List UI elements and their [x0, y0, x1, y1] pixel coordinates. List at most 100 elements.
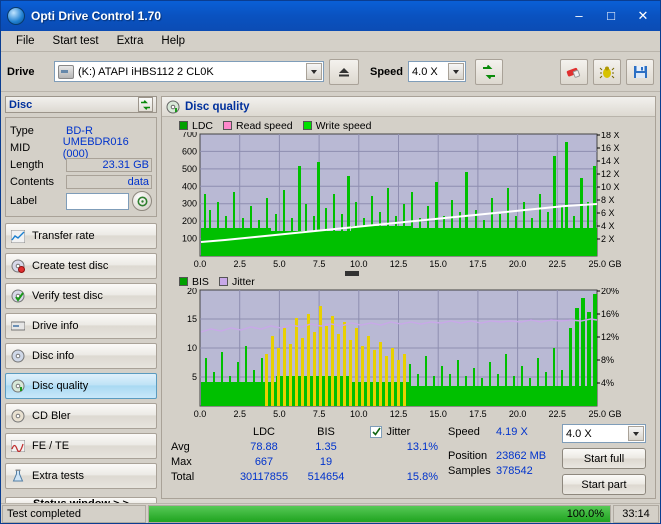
- samples-value: 378542: [496, 464, 533, 477]
- menu-bar: File Start test Extra Help: [1, 31, 660, 52]
- svg-text:15.0: 15.0: [429, 259, 447, 269]
- sidebar-item-disc-info[interactable]: Disc info: [5, 343, 157, 369]
- svg-text:0.0: 0.0: [194, 259, 207, 269]
- sidebar-label: Disc quality: [32, 380, 89, 392]
- speed-select-value: 4.0 X: [412, 65, 438, 78]
- disc-quality-panel: Disc quality LDC Read speed Write speed: [161, 96, 656, 499]
- sidebar-label: Disc info: [32, 350, 75, 362]
- app-icon: [7, 7, 25, 25]
- start-full-button[interactable]: Start full: [562, 448, 646, 469]
- menu-start-test[interactable]: Start test: [44, 33, 108, 49]
- drive-select-arrow[interactable]: [306, 63, 322, 80]
- sidebar-label: Drive info: [32, 320, 79, 332]
- save-icon: [633, 65, 647, 78]
- disc-key-mid: MID: [10, 141, 31, 154]
- svg-text:10.0: 10.0: [350, 259, 368, 269]
- stats-max-bis: 19: [319, 455, 333, 468]
- legend-swatch-write-speed: [302, 121, 312, 130]
- refresh-button[interactable]: [475, 58, 504, 85]
- jitter-checkbox[interactable]: [370, 425, 383, 438]
- menu-help[interactable]: Help: [152, 33, 194, 49]
- legend-swatch-read-speed: [223, 121, 233, 130]
- quality-icon: [10, 378, 26, 394]
- result-speed-arrow[interactable]: [628, 426, 644, 441]
- disc-check-icon: [10, 288, 26, 304]
- disc-row-mid: MID UMEBDR016 (000): [10, 136, 152, 160]
- main-body: Disc Type BD-R MID UMEBDR016 (000) Lengt…: [1, 92, 660, 503]
- sidebar-item-transfer-rate[interactable]: Transfer rate: [5, 223, 157, 249]
- disc-quality-icon: [166, 100, 180, 114]
- svg-text:5.0: 5.0: [273, 259, 286, 269]
- svg-text:5: 5: [192, 372, 197, 382]
- sidebar-item-verify-test-disc[interactable]: Verify test disc: [5, 283, 157, 309]
- sidebar-item-drive-info[interactable]: Drive info: [5, 313, 157, 339]
- left-sidebar: Disc Type BD-R MID UMEBDR016 (000) Lengt…: [5, 96, 157, 503]
- ldc-chart-svg: 700 600 500 400 300 200 100 18 X 16 X 14…: [182, 132, 622, 276]
- stats-avg-ldc: 78.88: [250, 440, 278, 453]
- svg-text:300: 300: [182, 199, 197, 209]
- svg-text:14 X: 14 X: [601, 156, 620, 166]
- maximize-button[interactable]: □: [596, 5, 626, 27]
- sidebar-item-disc-quality[interactable]: Disc quality: [5, 373, 157, 399]
- jitter-label: Jitter: [386, 425, 411, 438]
- svg-text:4 X: 4 X: [601, 221, 615, 231]
- drive-select[interactable]: (K:) ATAPI iHBS112 2 CL0K: [54, 61, 324, 82]
- disc-key-label: Label: [10, 195, 37, 207]
- stats-max-ldc: 667: [254, 455, 274, 468]
- svg-text:25.0 GB: 25.0 GB: [588, 259, 621, 269]
- jitter-header-row: Jitter: [370, 424, 442, 439]
- legend-swatch-jitter: [218, 277, 228, 286]
- disc-refresh-button[interactable]: [138, 97, 153, 112]
- disc-row-length: Length 23.31 GB: [10, 156, 152, 173]
- svg-text:2.5: 2.5: [233, 259, 246, 269]
- svg-text:8%: 8%: [601, 355, 614, 365]
- sidebar-label: Create test disc: [32, 260, 109, 272]
- menu-extra[interactable]: Extra: [108, 33, 153, 49]
- jitter-spacer: [370, 454, 442, 469]
- disc-label-input[interactable]: [66, 192, 129, 210]
- eject-button[interactable]: [329, 58, 359, 85]
- cd-icon: [10, 408, 26, 424]
- legend-top: LDC Read speed Write speed: [165, 119, 652, 132]
- jitter-stats: Jitter 13.1% 15.8%: [370, 424, 442, 495]
- disc-icon: [10, 348, 26, 364]
- svg-text:17.5: 17.5: [469, 259, 487, 269]
- elapsed-time-cell: 33:14: [613, 504, 659, 523]
- disc-write-icon: [10, 258, 26, 274]
- start-part-button[interactable]: Start part: [562, 474, 646, 495]
- menu-file[interactable]: File: [7, 33, 44, 49]
- svg-text:7.5: 7.5: [313, 259, 326, 269]
- svg-text:600: 600: [182, 146, 197, 156]
- sidebar-item-create-test-disc[interactable]: Create test disc: [5, 253, 157, 279]
- disc-label-action-button[interactable]: [132, 191, 152, 211]
- legend-swatch-ldc: [179, 121, 188, 130]
- svg-text:0.0: 0.0: [194, 409, 207, 419]
- bis-chart: 20 15 10 5 20% 16% 12% 8% 4% 0.0 2.5 5.0…: [165, 288, 652, 420]
- stats-row-avg: Avg 78.88 1.35: [171, 439, 364, 454]
- eraser-icon: [566, 67, 581, 78]
- eraser-button[interactable]: [560, 58, 588, 85]
- sidebar-item-fe-te[interactable]: FE / TE: [5, 433, 157, 459]
- disc-value-length: 23.31 GB: [66, 157, 152, 172]
- svg-text:22.5: 22.5: [549, 409, 567, 419]
- sidebar-nav: Transfer rate Create test disc Verify te…: [5, 223, 157, 489]
- result-speed-select[interactable]: 4.0 X: [562, 424, 646, 443]
- sidebar-item-extra-tests[interactable]: Extra tests: [5, 463, 157, 489]
- svg-text:10.0: 10.0: [350, 409, 368, 419]
- save-button[interactable]: [626, 58, 654, 85]
- speed-select[interactable]: 4.0 X: [408, 61, 467, 82]
- bug-button[interactable]: [593, 58, 621, 85]
- svg-text:20.0: 20.0: [509, 259, 527, 269]
- sidebar-label: CD Bler: [32, 410, 71, 422]
- svg-text:16 X: 16 X: [601, 143, 620, 153]
- status-text: Test completed: [7, 507, 81, 520]
- minimize-button[interactable]: –: [564, 5, 594, 27]
- speed-select-arrow[interactable]: [448, 63, 465, 80]
- sidebar-item-cd-bler[interactable]: CD Bler: [5, 403, 157, 429]
- spacer-row: [448, 439, 556, 448]
- drive-icon: [58, 64, 74, 79]
- svg-text:5.0: 5.0: [273, 409, 286, 419]
- svg-text:7.5: 7.5: [313, 409, 326, 419]
- sidebar-label: Transfer rate: [32, 230, 95, 242]
- close-button[interactable]: ✕: [628, 5, 658, 27]
